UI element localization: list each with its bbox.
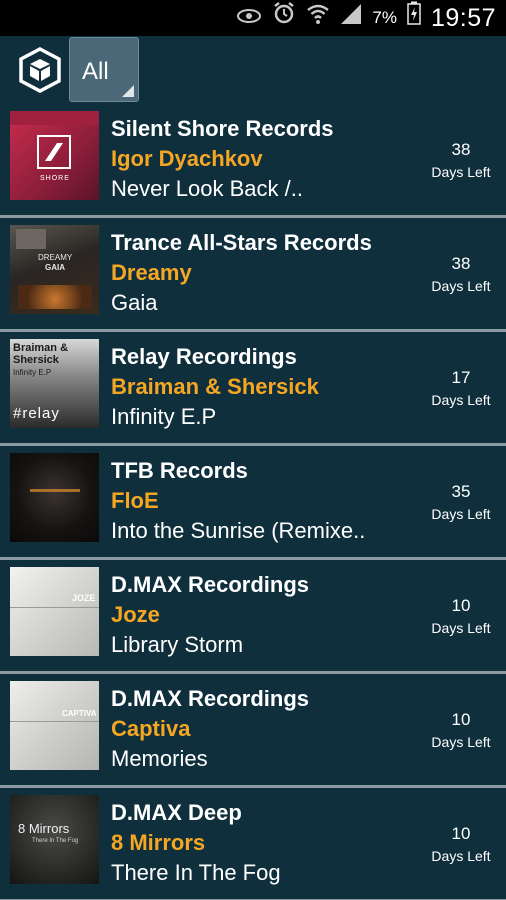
days-left-text: Days Left [431, 506, 491, 522]
days-left-count: 10 [451, 596, 471, 615]
release-row[interactable]: DREAMY GAIA Trance All-Stars Records Dre… [0, 218, 506, 332]
release-title: There In The Fog [111, 860, 281, 885]
days-left: 10 Days Left [420, 710, 502, 750]
days-left: 17 Days Left [420, 368, 502, 408]
artwork-text: JOZE [72, 593, 96, 603]
days-left-count: 10 [451, 824, 471, 843]
release-row[interactable]: CAPTIVA D.MAX Recordings Captiva Memorie… [0, 674, 506, 788]
artwork-text: Shersick [13, 354, 59, 366]
days-left: 38 Days Left [420, 140, 502, 180]
release-artwork [10, 453, 99, 542]
days-left-count: 38 [451, 140, 471, 159]
artwork-text: Braiman & [13, 342, 69, 354]
release-row[interactable]: Braiman & Shersick Infinity E.P #relay R… [0, 332, 506, 446]
days-left: 10 Days Left [420, 824, 502, 864]
release-title: Into the Sunrise (Remixe.. [111, 518, 366, 543]
release-artwork: JOZE [10, 567, 99, 656]
days-left-count: 35 [451, 482, 471, 501]
record-label-name: D.MAX Deep [111, 800, 242, 825]
release-artwork: 8 Mirrors There In The Fog [10, 795, 99, 884]
clock: 19:57 [430, 3, 496, 32]
app-logo-icon[interactable] [18, 47, 62, 93]
artist-name: 8 Mirrors [111, 830, 206, 855]
days-left-text: Days Left [431, 164, 491, 180]
artist-name: FloE [111, 488, 159, 513]
days-left-count: 17 [451, 368, 471, 387]
days-left-count: 10 [451, 710, 471, 729]
artwork-text: CAPTIVA [62, 709, 97, 718]
release-artwork: SHORE [10, 111, 99, 200]
alarm-icon [272, 0, 296, 36]
release-artwork: Braiman & Shersick Infinity E.P #relay [10, 339, 99, 428]
filter-dropdown-button[interactable]: All [69, 37, 139, 102]
release-artwork: DREAMY GAIA [10, 225, 99, 314]
days-left: 35 Days Left [420, 482, 502, 522]
days-left-count: 38 [451, 254, 471, 273]
artwork-text: Infinity E.P [13, 368, 52, 377]
record-label-name: D.MAX Recordings [111, 686, 310, 711]
artist-name: Captiva [111, 716, 191, 741]
shore-logo-icon [37, 135, 71, 169]
release-title: Library Storm [111, 632, 244, 657]
release-row[interactable]: 8 Mirrors There In The Fog D.MAX Deep 8 … [0, 788, 506, 900]
artwork-text: SHORE [40, 175, 70, 182]
dropdown-corner-icon [122, 85, 134, 97]
artist-name: Braiman & Shersick [111, 374, 319, 399]
days-left-text: Days Left [431, 392, 491, 408]
artwork-text: There In The Fog [32, 838, 79, 844]
release-title: Gaia [111, 290, 158, 315]
battery-charging-icon [407, 0, 421, 36]
days-left-text: Days Left [431, 278, 491, 294]
record-label-name: TFB Records [111, 458, 248, 483]
days-left: 10 Days Left [420, 596, 502, 636]
record-label-name: Trance All-Stars Records [111, 230, 372, 255]
wifi-icon [306, 0, 330, 36]
artwork-text: #relay [13, 405, 60, 422]
record-label-name: D.MAX Recordings [111, 572, 310, 597]
artist-name: Igor Dyachkov [111, 146, 263, 171]
signal-icon [340, 0, 362, 36]
artwork-text: 8 Mirrors [18, 821, 70, 836]
days-left-text: Days Left [431, 848, 491, 864]
record-label-name: Silent Shore Records [111, 116, 334, 141]
status-bar: 7% 19:57 [0, 0, 506, 36]
days-left-text: Days Left [431, 734, 491, 750]
artist-name: Dreamy [111, 260, 192, 285]
record-label-name: Relay Recordings [111, 344, 297, 369]
battery-percent: 7% [372, 8, 397, 27]
filter-label: All [82, 58, 109, 85]
eye-icon [236, 0, 262, 36]
artwork-text: DREAMY [38, 253, 73, 262]
days-left-text: Days Left [431, 620, 491, 636]
release-list[interactable]: SHORE Silent Shore Records Igor Dyachkov… [0, 104, 506, 900]
release-artwork: CAPTIVA [10, 681, 99, 770]
artist-name: Joze [111, 602, 160, 627]
release-row[interactable]: TFB Records FloE Into the Sunrise (Remix… [0, 446, 506, 560]
release-title: Never Look Back /.. [111, 176, 303, 201]
release-title: Infinity E.P [111, 404, 217, 429]
toolbar: All [0, 36, 506, 104]
release-row[interactable]: SHORE Silent Shore Records Igor Dyachkov… [0, 104, 506, 218]
artwork-text: GAIA [45, 263, 65, 272]
days-left: 38 Days Left [420, 254, 502, 294]
release-row[interactable]: JOZE D.MAX Recordings Joze Library Storm… [0, 560, 506, 674]
release-title: Memories [111, 746, 208, 771]
